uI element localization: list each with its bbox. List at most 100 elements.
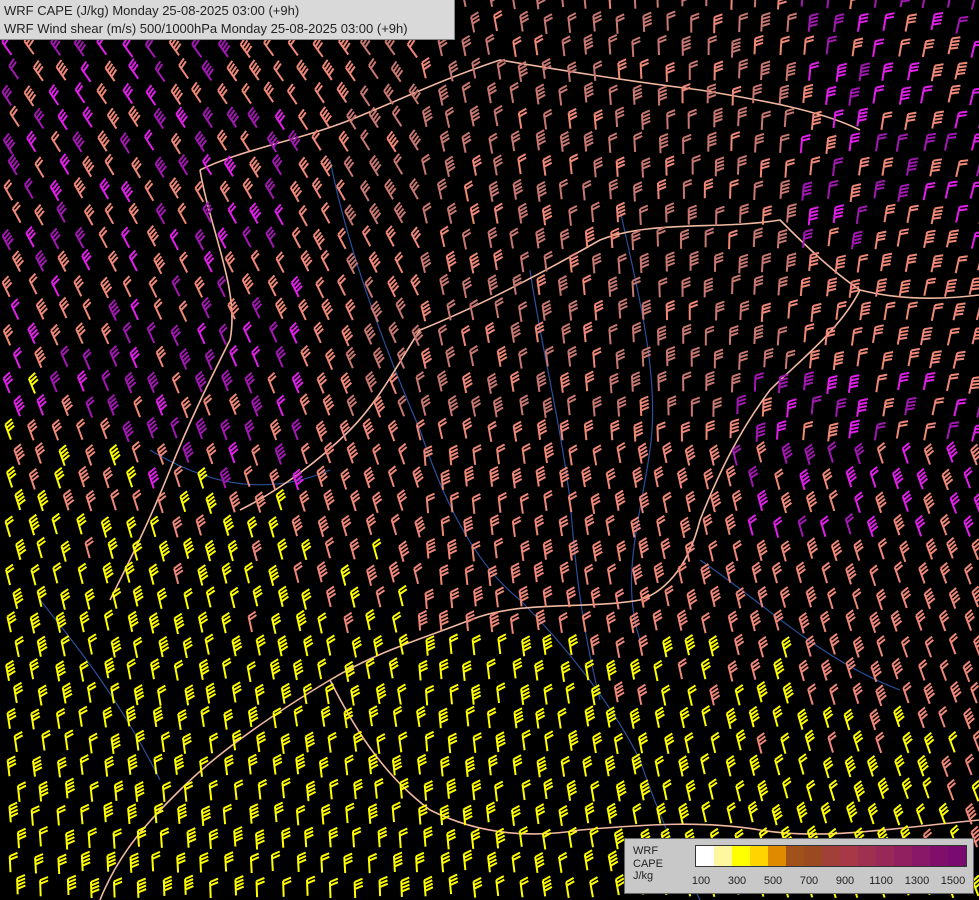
wind-barb — [738, 12, 749, 33]
wind-barb — [157, 684, 167, 706]
wind-barb — [869, 466, 879, 488]
wind-barb — [566, 394, 577, 416]
wind-barb — [289, 321, 300, 344]
wind-barb — [486, 707, 497, 729]
wind-barb — [386, 130, 399, 153]
wind-barb — [340, 372, 353, 394]
wind-barb — [132, 489, 142, 511]
wind-barb — [371, 491, 383, 514]
wind-barb — [323, 489, 335, 511]
wind-barb — [110, 488, 120, 511]
wind-barb — [753, 34, 764, 55]
wind-barb — [177, 709, 188, 731]
wind-barb — [666, 10, 676, 31]
wind-barb — [275, 251, 285, 274]
wind-barb — [203, 394, 213, 416]
wind-barb — [511, 851, 521, 873]
wind-barb — [417, 753, 427, 775]
wind-barb — [494, 297, 504, 319]
wind-barb — [75, 322, 86, 345]
wind-barb — [229, 344, 239, 367]
wind-barb — [390, 513, 400, 536]
wind-barb — [639, 395, 650, 416]
wind-barb — [544, 345, 555, 367]
wind-barb — [569, 153, 579, 175]
wind-barb — [372, 346, 385, 369]
legend-title-line: WRF — [633, 845, 659, 857]
wind-barb — [460, 324, 471, 347]
wind-barb — [486, 82, 498, 104]
wind-barb — [378, 875, 389, 897]
wind-barb — [5, 659, 16, 681]
wind-barb — [462, 417, 473, 439]
wind-barb — [795, 561, 806, 584]
wind-barb — [738, 58, 749, 79]
wind-barb — [688, 300, 699, 321]
wind-barb — [882, 12, 895, 31]
wind-barb — [948, 587, 961, 609]
wind-barb — [418, 803, 428, 825]
wind-barb — [469, 299, 479, 321]
wind-barb — [680, 421, 691, 442]
wind-barb — [728, 325, 739, 345]
wind-barb — [835, 300, 847, 320]
wind-barb — [473, 585, 484, 607]
wind-barb — [365, 608, 376, 631]
wind-barb — [154, 156, 167, 178]
wind-barb — [57, 853, 67, 875]
wind-barb — [684, 732, 694, 754]
wind-barb — [52, 562, 62, 584]
wind-barb — [57, 250, 70, 273]
wind-barb — [82, 298, 92, 321]
wind-barb — [50, 227, 61, 250]
wind-barb — [849, 0, 857, 10]
wind-barb — [317, 515, 330, 538]
wind-barb — [519, 492, 530, 514]
wind-barb — [289, 180, 303, 203]
wind-barb — [28, 513, 40, 536]
wind-barb — [901, 442, 912, 464]
wind-barb — [305, 780, 317, 802]
wind-barb — [119, 132, 131, 154]
wind-barb — [591, 252, 602, 274]
wind-barb — [781, 442, 793, 464]
wind-barb — [15, 538, 27, 561]
wind-barb — [819, 610, 831, 633]
wind-barb — [106, 107, 120, 130]
wind-barb — [465, 756, 476, 778]
wind-barb — [656, 0, 659, 8]
wind-barb — [509, 370, 520, 392]
wind-barb — [202, 106, 214, 129]
wind-barb — [421, 105, 433, 128]
wind-barb — [543, 108, 553, 130]
wind-barb — [449, 587, 460, 609]
wind-barb — [729, 418, 740, 439]
wind-barb — [268, 516, 279, 538]
wind-barb — [204, 348, 216, 371]
wind-barb — [175, 106, 188, 129]
wind-barb — [541, 828, 552, 850]
wind-barb — [610, 227, 620, 249]
wind-barb — [84, 536, 94, 559]
wind-barb — [108, 299, 121, 321]
wind-barb — [665, 299, 676, 321]
wind-barb — [971, 779, 979, 802]
wind-barb — [295, 804, 306, 826]
wind-barb — [939, 513, 951, 536]
wind-barb — [914, 514, 926, 537]
wind-barb — [129, 346, 140, 369]
wind-barb — [102, 561, 114, 584]
wind-barb — [786, 398, 797, 418]
wind-barb — [880, 252, 893, 272]
wind-barb — [415, 851, 425, 873]
wind-barb — [391, 611, 402, 633]
wind-barb — [487, 420, 497, 442]
wind-barb — [509, 613, 520, 634]
wind-barb — [832, 109, 844, 129]
wind-barb — [660, 537, 671, 560]
wind-barb — [13, 394, 26, 417]
wind-barb — [708, 778, 718, 800]
wind-barb — [367, 852, 378, 874]
wind-barb — [832, 157, 844, 177]
legend-title-line: CAPE — [633, 857, 663, 870]
